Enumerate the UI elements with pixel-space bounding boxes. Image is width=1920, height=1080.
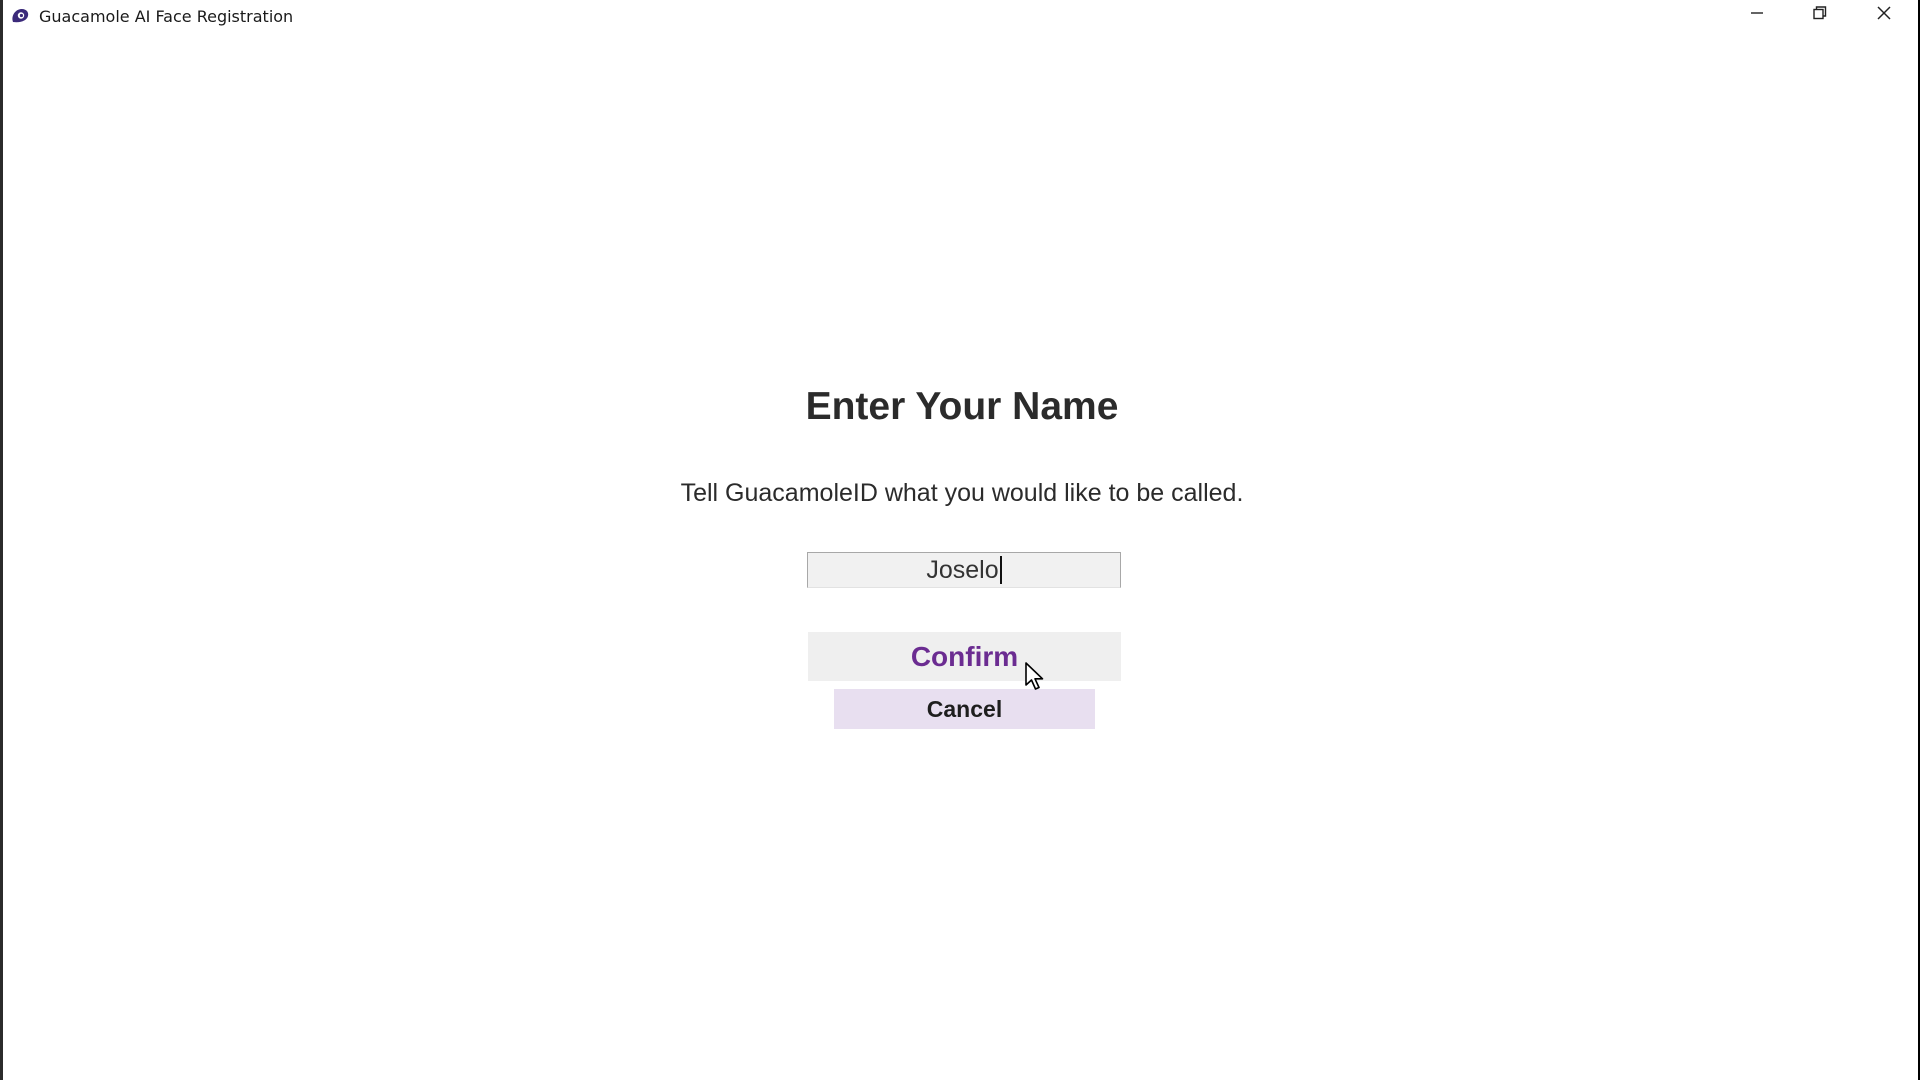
minimize-icon (1750, 6, 1764, 25)
text-caret (999, 556, 1002, 584)
restore-button[interactable] (1792, 0, 1848, 30)
guacamole-app-icon (10, 7, 30, 25)
close-icon (1876, 5, 1892, 26)
close-button[interactable] (1856, 0, 1912, 30)
title-bar[interactable]: Guacamole AI Face Registration (3, 0, 1918, 34)
name-input[interactable]: Joselo (807, 552, 1121, 588)
restore-icon (1812, 5, 1828, 26)
app-window: Guacamole AI Face Registration Enter You… (0, 0, 1918, 1080)
page-title: Enter Your Name (805, 385, 1119, 428)
confirm-button[interactable]: Confirm (808, 632, 1121, 681)
minimize-button[interactable] (1729, 0, 1785, 30)
cancel-button[interactable]: Cancel (834, 689, 1095, 729)
instruction-text: Tell GuacamoleID what you would like to … (680, 479, 1244, 507)
name-input-value: Joselo (926, 555, 999, 584)
window-title: Guacamole AI Face Registration (39, 7, 294, 26)
